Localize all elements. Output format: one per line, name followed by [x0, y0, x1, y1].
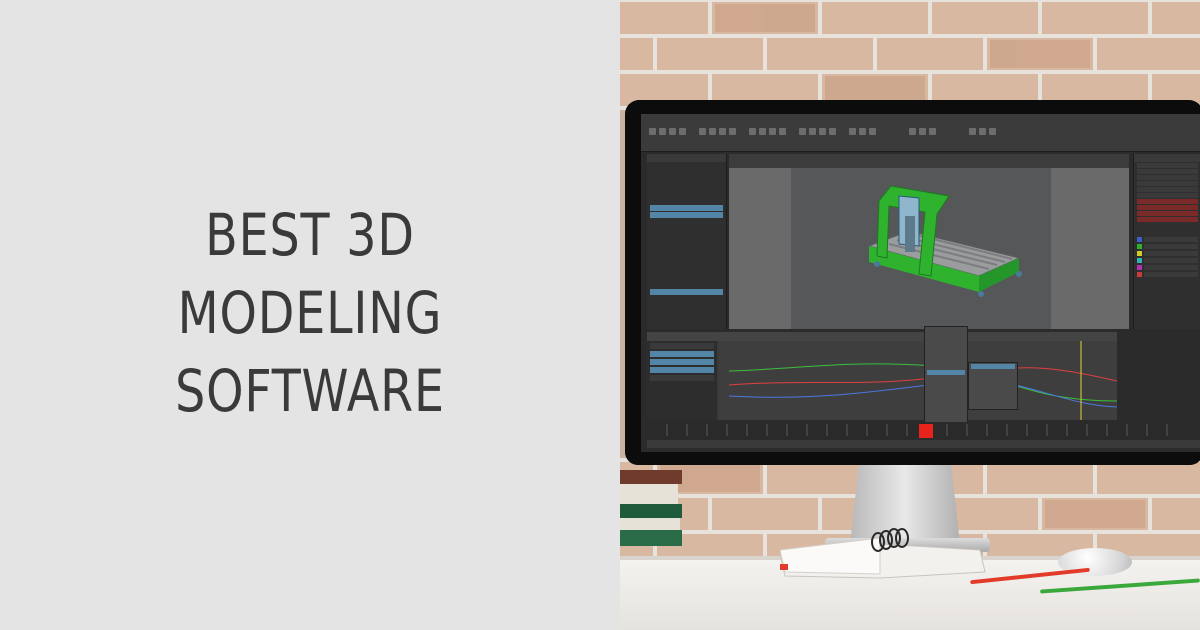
software-screen	[641, 114, 1200, 452]
book-stack	[620, 470, 682, 550]
app-header	[641, 114, 1200, 152]
timeline	[647, 422, 1200, 438]
range-slider	[647, 440, 1200, 448]
channel-box-panel	[1133, 154, 1200, 329]
notebook-icon	[780, 528, 986, 579]
monitor-icon	[625, 100, 1200, 465]
cnc-model	[867, 185, 1022, 297]
timeline-marker	[919, 424, 933, 438]
context-submenu	[968, 362, 1018, 410]
headline-line-2: MODELING	[177, 279, 443, 347]
left-title-panel: BEST 3D MODELING SOFTWARE	[0, 0, 620, 630]
headline-line-3: SOFTWARE	[175, 357, 445, 425]
headline: BEST 3D MODELING SOFTWARE	[56, 196, 564, 430]
animation-curves	[719, 341, 1117, 420]
3d-viewport	[729, 154, 1129, 329]
toolbar	[649, 128, 1189, 138]
outliner-panel	[647, 154, 727, 329]
headline-line-1: BEST 3D	[205, 201, 415, 269]
context-menu	[924, 326, 968, 436]
graph-editor	[647, 332, 1117, 420]
hero-photo	[620, 0, 1200, 630]
